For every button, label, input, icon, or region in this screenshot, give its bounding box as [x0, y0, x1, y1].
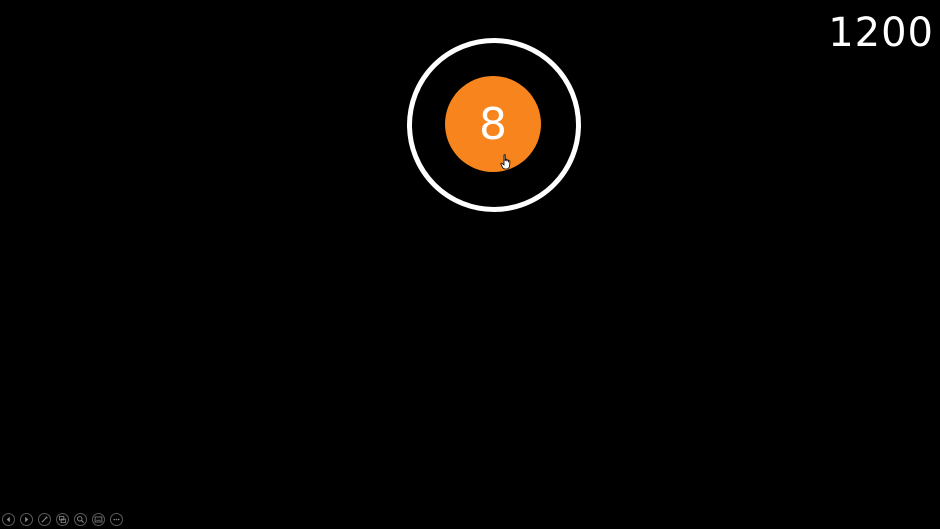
more-options-button[interactable]	[110, 513, 123, 526]
more-options-icon	[113, 518, 120, 521]
see-all-slides-button[interactable]	[56, 513, 69, 526]
subtitles-icon	[94, 516, 103, 523]
next-slide-button[interactable]	[20, 513, 33, 526]
pen-icon	[41, 516, 48, 523]
previous-icon	[6, 516, 10, 523]
previous-slide-button[interactable]	[2, 513, 15, 526]
slides-grid-icon	[58, 515, 67, 524]
target-number-label: 8	[479, 98, 507, 150]
slideshow-slide: 1200 8	[0, 0, 940, 529]
score-counter: 1200	[828, 10, 934, 56]
zoom-button[interactable]	[74, 513, 87, 526]
target-number-button[interactable]: 8	[445, 76, 541, 172]
next-icon	[25, 516, 29, 523]
zoom-icon	[77, 516, 85, 524]
pen-tool-button[interactable]	[38, 513, 51, 526]
slideshow-toolbar	[2, 513, 123, 526]
subtitles-button[interactable]	[92, 513, 105, 526]
